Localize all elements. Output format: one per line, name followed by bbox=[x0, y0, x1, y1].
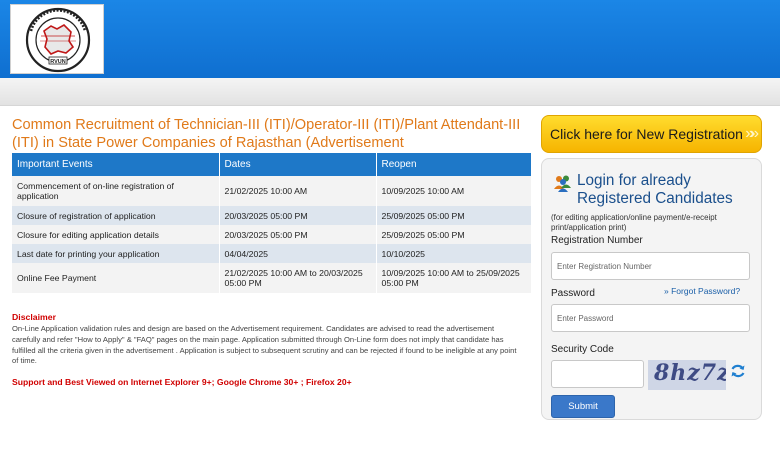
date-cell: 04/04/2025 bbox=[219, 244, 377, 263]
browser-support-note: Support and Best Viewed on Internet Expl… bbox=[12, 377, 352, 387]
double-chevron-icon: »» bbox=[745, 125, 759, 142]
event-cell: Closure of registration of application bbox=[12, 206, 220, 225]
login-panel: Login for already Registered Candidates … bbox=[541, 158, 762, 420]
new-registration-label: Click here for New Registration bbox=[550, 126, 743, 142]
submit-button[interactable]: Submit bbox=[551, 395, 615, 418]
refresh-icon[interactable] bbox=[730, 363, 746, 379]
important-events-table: Important Events Dates Reopen Commenceme… bbox=[12, 153, 532, 293]
event-cell: Closure for editing application details bbox=[12, 225, 220, 244]
column-header-dates: Dates bbox=[219, 153, 377, 176]
security-code-input[interactable] bbox=[551, 360, 644, 388]
password-input[interactable] bbox=[551, 304, 750, 332]
new-registration-button[interactable]: Click here for New Registration »» bbox=[541, 115, 762, 153]
reopen-cell: 10/09/2025 10:00 AM bbox=[376, 176, 532, 206]
table-row: Closure for editing application details … bbox=[12, 225, 532, 244]
svg-text:RVUN: RVUN bbox=[50, 59, 66, 65]
security-code-label: Security Code bbox=[551, 344, 614, 355]
date-cell: 21/02/2025 10:00 AM bbox=[219, 176, 377, 206]
reopen-cell: 25/09/2025 05:00 PM bbox=[376, 206, 532, 225]
rvun-logo-emblem: RVUN bbox=[25, 7, 91, 73]
registration-number-label: Registration Number bbox=[551, 235, 643, 246]
login-title: Login for already Registered Candidates bbox=[577, 172, 733, 207]
date-cell: 20/03/2025 05:00 PM bbox=[219, 206, 377, 225]
captcha-text: 8hz7z bbox=[654, 360, 726, 386]
event-cell: Commencement of on-line registration of … bbox=[12, 176, 220, 206]
header-band bbox=[0, 78, 780, 106]
table-row: Last date for printing your application … bbox=[12, 244, 532, 263]
users-icon bbox=[554, 175, 571, 192]
column-header-events: Important Events bbox=[12, 153, 220, 176]
date-cell: 20/03/2025 05:00 PM bbox=[219, 225, 377, 244]
password-label: Password bbox=[551, 288, 595, 299]
table-header-row: Important Events Dates Reopen bbox=[12, 153, 532, 176]
event-cell: Last date for printing your application bbox=[12, 244, 220, 263]
site-header: RVUN bbox=[0, 0, 780, 78]
registration-number-input[interactable] bbox=[551, 252, 750, 280]
table-row: Closure of registration of application 2… bbox=[12, 206, 532, 225]
disclaimer-heading: Disclaimer bbox=[12, 312, 56, 322]
double-chevron-icon: » bbox=[664, 286, 669, 296]
reopen-cell: 10/09/2025 10:00 AM to 25/09/2025 05:00 … bbox=[376, 263, 532, 293]
rvun-logo[interactable]: RVUN bbox=[10, 4, 104, 74]
table-row: Commencement of on-line registration of … bbox=[12, 176, 532, 206]
forgot-password-link[interactable]: » Forgot Password? bbox=[664, 286, 740, 296]
date-cell: 21/02/2025 10:00 AM to 20/03/2025 05:00 … bbox=[219, 263, 377, 293]
reopen-cell: 25/09/2025 05:00 PM bbox=[376, 225, 532, 244]
captcha-image: 8hz7z bbox=[648, 360, 726, 390]
event-cell: Online Fee Payment bbox=[12, 263, 220, 293]
table-row: Online Fee Payment 21/02/2025 10:00 AM t… bbox=[12, 263, 532, 293]
forgot-password-label: Forgot Password? bbox=[671, 286, 741, 296]
reopen-cell: 10/10/2025 bbox=[376, 244, 532, 263]
disclaimer-text: On-Line Application validation rules and… bbox=[12, 324, 517, 366]
login-note: (for editing application/online payment/… bbox=[551, 213, 717, 232]
column-header-reopen: Reopen bbox=[376, 153, 532, 176]
